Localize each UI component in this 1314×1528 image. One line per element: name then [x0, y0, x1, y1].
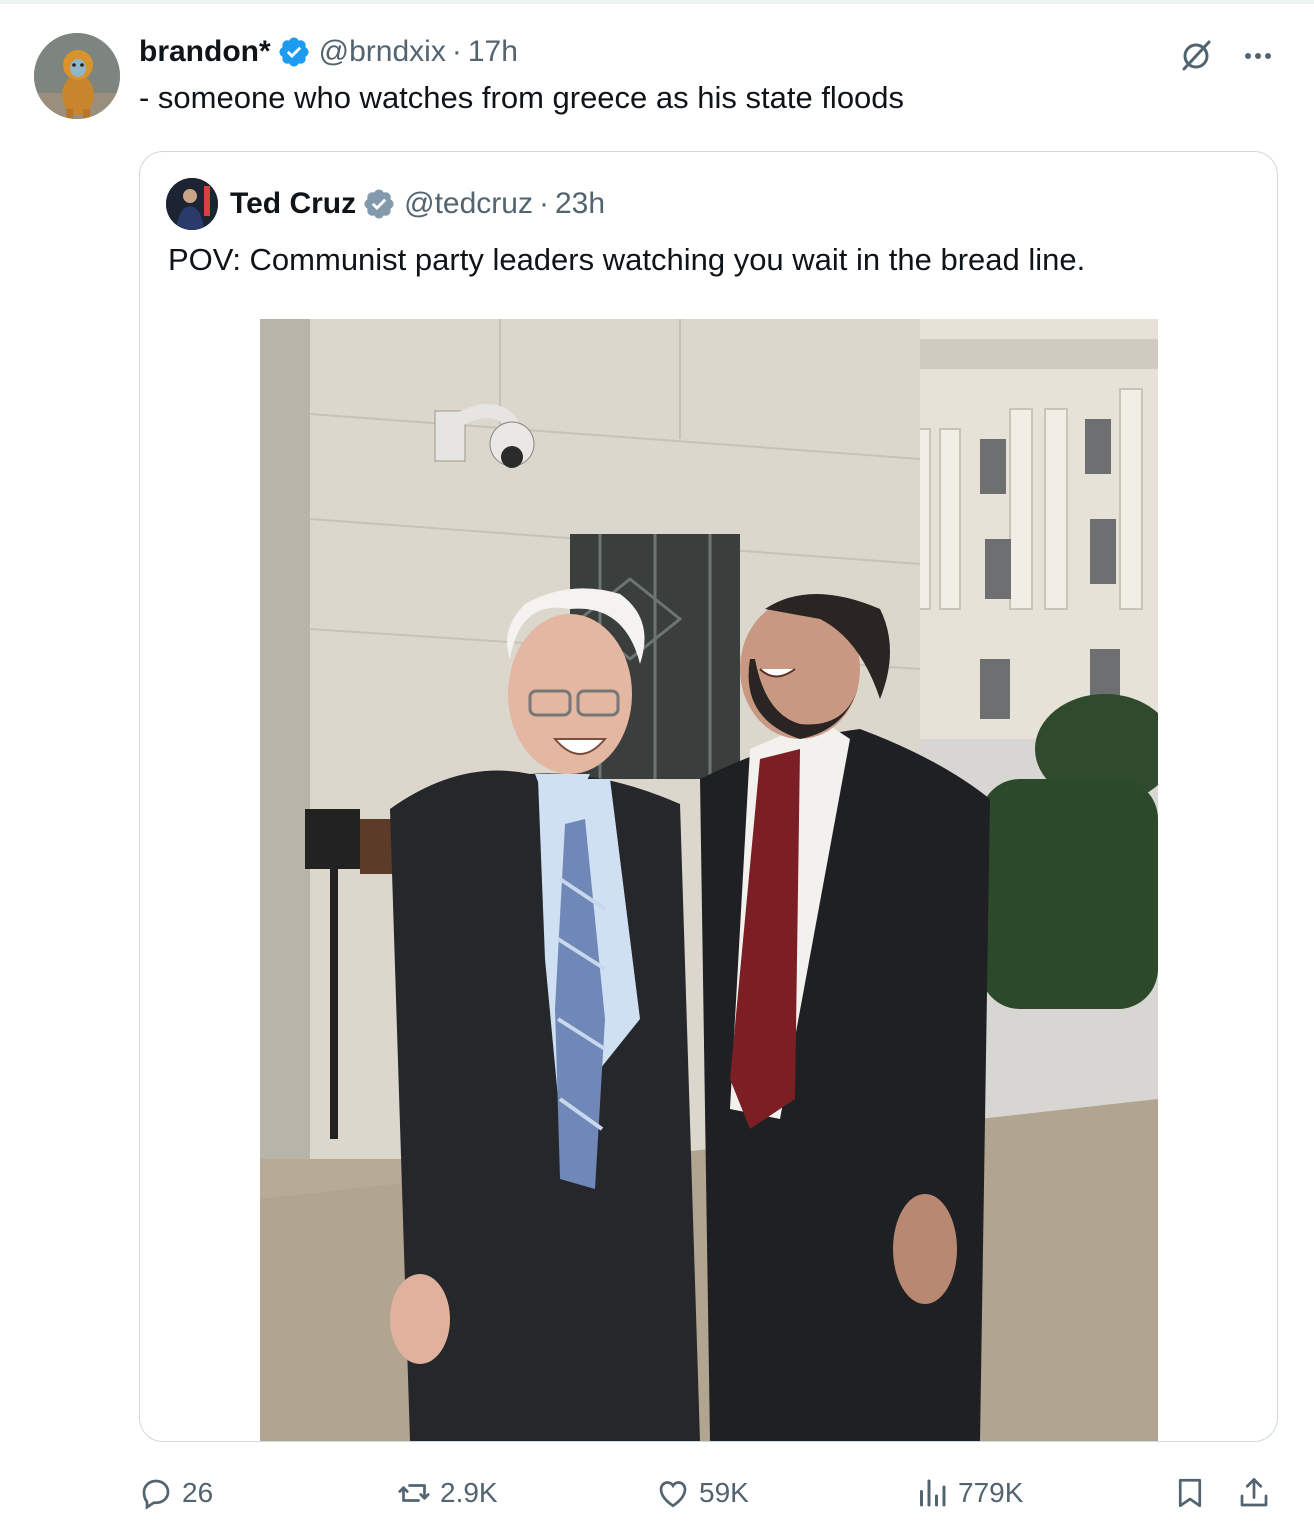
- more-dots-icon[interactable]: [1238, 36, 1278, 76]
- repost-count: 2.9K: [440, 1477, 498, 1508]
- like-count: 59K: [699, 1477, 749, 1508]
- reply-icon: [142, 1479, 170, 1510]
- views-count: 779K: [958, 1477, 1024, 1508]
- author-avatar[interactable]: [34, 33, 120, 119]
- monkey-avatar: [34, 33, 120, 119]
- separator-dot: ·: [538, 187, 549, 220]
- quoted-header: Ted Cruz @tedcruz · 23h: [230, 184, 605, 224]
- views-chart-icon: [920, 1479, 946, 1507]
- quoted-author-handle[interactable]: @tedcruz: [404, 187, 533, 221]
- repost-button[interactable]: 2.9K: [396, 1470, 498, 1516]
- quoted-author-name[interactable]: Ted Cruz: [230, 187, 356, 221]
- share-icon: [1240, 1478, 1268, 1507]
- like-button[interactable]: 59K: [655, 1470, 749, 1516]
- grok-icon[interactable]: [1176, 36, 1216, 76]
- verified-badge-icon[interactable]: [277, 35, 311, 69]
- top-divider: [0, 0, 1314, 4]
- separator-dot: ·: [451, 35, 462, 68]
- quoted-post-text: POV: Communist party leaders watching yo…: [168, 242, 1086, 277]
- action-bar: 26 2.9K 59K 779K: [138, 1470, 1278, 1516]
- post-time[interactable]: 17h: [468, 35, 518, 69]
- reply-button[interactable]: 26: [138, 1470, 213, 1516]
- bookmark-icon: [1178, 1478, 1202, 1508]
- views-button[interactable]: 779K: [914, 1470, 1023, 1516]
- person-avatar: [166, 178, 218, 230]
- share-button[interactable]: [1236, 1470, 1280, 1516]
- quoted-post-time[interactable]: 23h: [555, 187, 605, 221]
- quoted-author-avatar[interactable]: [166, 178, 218, 230]
- author-handle[interactable]: @brndxix: [319, 35, 446, 69]
- photo-illustration: [260, 319, 1158, 1441]
- bookmark-button[interactable]: [1172, 1470, 1216, 1516]
- quoted-post[interactable]: Ted Cruz @tedcruz · 23h POV: Communist p…: [139, 151, 1278, 1442]
- post-header: brandon* @brndxix · 17h: [139, 32, 518, 72]
- repost-icon: [398, 1484, 430, 1502]
- reply-count: 26: [182, 1477, 214, 1508]
- verified-badge-icon[interactable]: [362, 187, 396, 221]
- heart-icon: [659, 1481, 687, 1508]
- post-text: - someone who watches from greece as his…: [139, 80, 905, 115]
- post-photo[interactable]: [260, 319, 1158, 1441]
- author-name[interactable]: brandon*: [139, 35, 271, 69]
